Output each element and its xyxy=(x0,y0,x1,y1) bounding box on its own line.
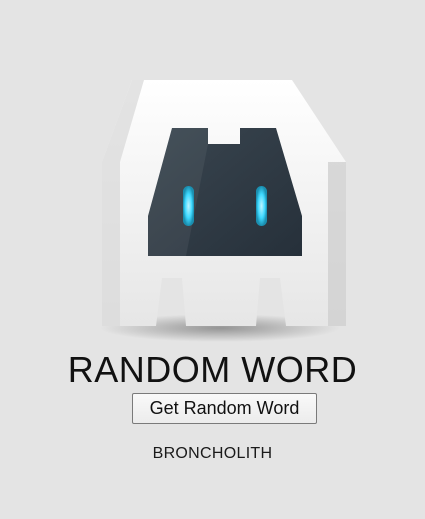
get-random-word-button[interactable]: Get Random Word xyxy=(132,393,317,424)
logo-right-eye-icon xyxy=(256,186,267,226)
logo-body-shade-right xyxy=(328,162,346,326)
logo-left-eye-icon xyxy=(183,186,194,226)
random-word-result: BRONCHOLITH xyxy=(152,445,273,462)
cordova-robot-logo-icon xyxy=(90,76,350,346)
page-title: RANDOM WORD xyxy=(67,349,358,390)
